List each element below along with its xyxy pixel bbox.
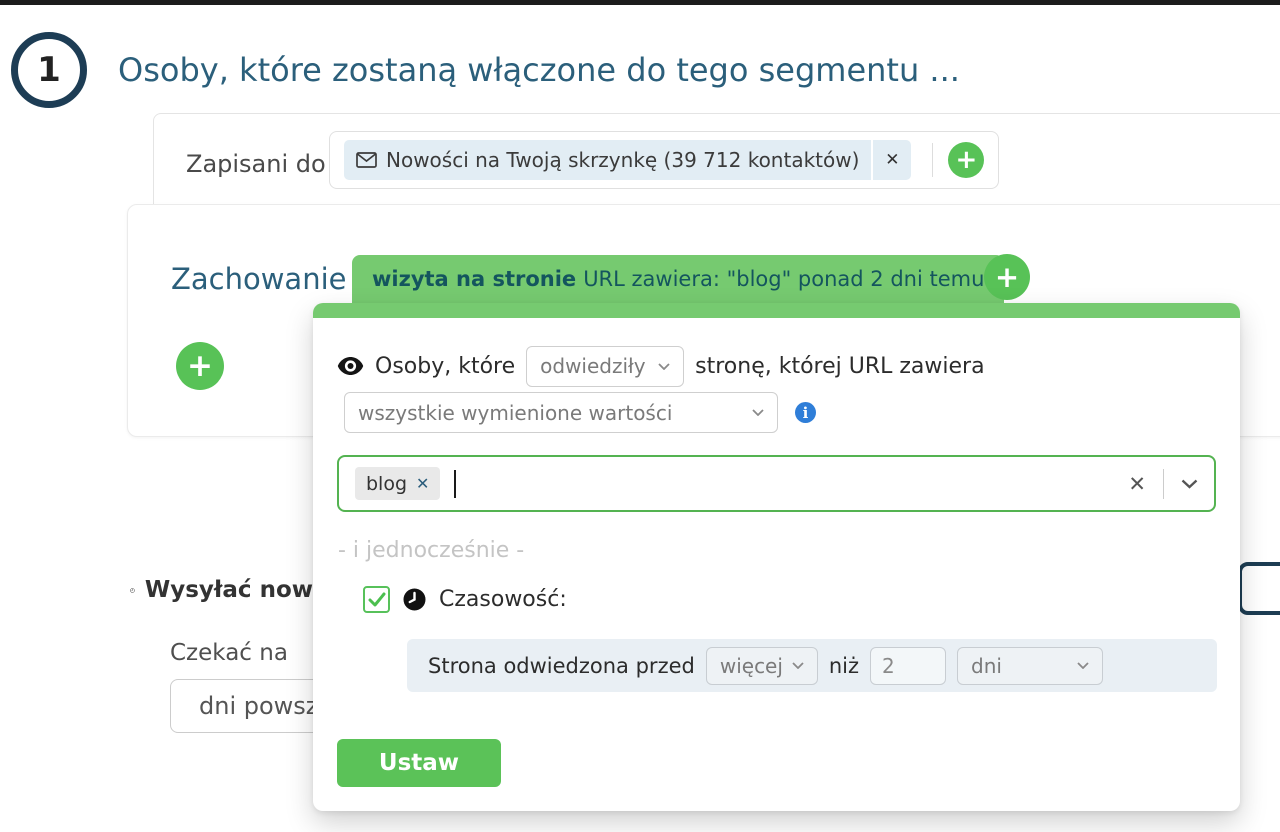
condition-popover: Osoby, które odwiedziły stronę, której U… — [313, 303, 1240, 811]
condition-details: URL zawiera: "blog" ponad 2 dni temu — [583, 267, 984, 291]
action-select-value: odwiedziły — [540, 354, 645, 378]
chevron-down-icon — [792, 662, 804, 669]
chevron-down-icon — [1077, 662, 1089, 669]
timing-label: Czasowość: — [439, 587, 567, 612]
list-chip[interactable]: Nowości na Twoją skrzynkę (39 712 kontak… — [344, 140, 871, 180]
add-list-button[interactable]: + — [948, 142, 984, 178]
timing-checkbox[interactable] — [363, 586, 390, 613]
input-controls: ✕ — [1128, 469, 1198, 499]
chevron-down-icon[interactable] — [1181, 479, 1198, 489]
send-heading: Wysyłać now — [145, 577, 313, 603]
segment-editor-page: 1 Osoby, które zostaną włączone do tego … — [0, 0, 1280, 832]
clock-icon — [403, 588, 426, 611]
text-caret — [454, 470, 456, 498]
who-prefix: Osoby, które — [375, 354, 515, 379]
wait-label: Czekać na — [170, 640, 288, 666]
timing-row: Czasowość: — [363, 586, 567, 613]
condition-type: wizyta na stronie — [372, 267, 576, 291]
visited-label: Strona odwiedzona przed — [428, 654, 695, 678]
step-badge: 1 — [11, 32, 87, 108]
chevron-down-icon — [658, 363, 670, 370]
page-title: Osoby, które zostaną włączone do tego se… — [118, 51, 960, 89]
unit-select[interactable]: dni — [957, 647, 1103, 685]
add-behavior-button[interactable]: + — [176, 342, 224, 390]
list-picker[interactable]: Nowości na Twoją skrzynkę (39 712 kontak… — [329, 131, 999, 189]
set-button[interactable]: Ustaw — [337, 739, 501, 787]
step-number: 1 — [37, 50, 61, 90]
value-input[interactable] — [870, 647, 946, 685]
list-chip-label: Nowości na Twoją skrzynkę (39 712 kontak… — [386, 148, 859, 172]
unit-select-value: dni — [971, 654, 1002, 678]
and-separator: - i jednocześnie - — [338, 538, 524, 563]
match-select-value: wszystkie wymienione wartości — [358, 401, 672, 425]
divider — [1163, 469, 1164, 499]
envelope-icon — [356, 152, 377, 168]
comparator-select[interactable]: więcej — [706, 647, 818, 685]
match-row: wszystkie wymienione wartości i — [344, 392, 816, 433]
hidden-action-button[interactable] — [1238, 562, 1280, 615]
match-select[interactable]: wszystkie wymienione wartości — [344, 392, 778, 433]
divider — [932, 143, 933, 177]
add-condition-button[interactable]: + — [984, 254, 1030, 300]
action-select[interactable]: odwiedziły — [526, 346, 684, 387]
clock-outline-icon — [130, 579, 135, 602]
clear-input-button[interactable]: ✕ — [1128, 472, 1146, 496]
comparator-select-value: więcej — [720, 654, 783, 678]
tag-label: blog — [366, 473, 407, 495]
condition-tab[interactable]: wizyta na stronie URL zawiera: "blog" po… — [352, 255, 1004, 303]
send-row: Wysyłać now — [130, 577, 313, 603]
top-border-bar — [0, 0, 1280, 5]
tag-remove-button[interactable]: ✕ — [416, 474, 429, 493]
visited-row: Strona odwiedzona przed więcej niż dni — [407, 639, 1217, 692]
check-icon — [368, 592, 386, 607]
info-icon[interactable]: i — [795, 402, 816, 423]
popover-accent-bar — [313, 303, 1240, 318]
remove-list-button[interactable]: ✕ — [873, 140, 911, 180]
tag-chip[interactable]: blog ✕ — [355, 467, 440, 500]
than-label: niż — [829, 654, 859, 678]
behavior-label: Zachowanie — [171, 262, 346, 296]
chevron-down-icon — [752, 409, 764, 416]
eye-icon — [337, 356, 364, 376]
who-suffix: stronę, której URL zawiera — [695, 354, 984, 379]
subscribed-label: Zapisani do — [186, 150, 326, 178]
condition-sentence-row: Osoby, które odwiedziły stronę, której U… — [337, 344, 985, 388]
url-values-input[interactable]: blog ✕ ✕ — [337, 455, 1216, 512]
